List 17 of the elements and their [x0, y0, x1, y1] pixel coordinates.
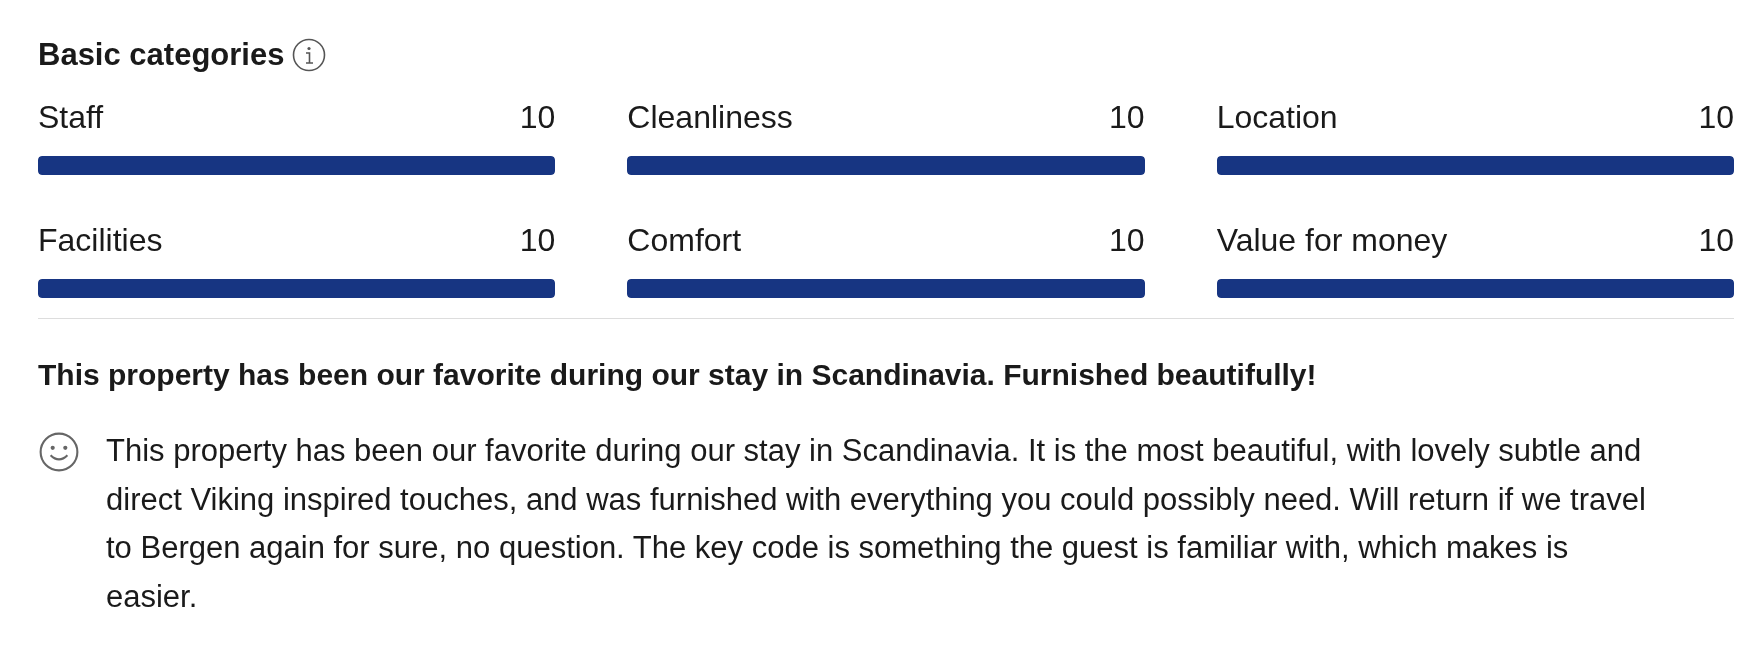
category-label: Comfort: [627, 221, 742, 259]
category-label: Facilities: [38, 221, 163, 259]
review-title: This property has been our favorite during our stay in Scandinavia. Furnished beautifully!: [38, 357, 1318, 393]
category-score: 10: [519, 98, 556, 136]
category-score: 10: [1109, 221, 1145, 259]
category-label: Location: [1216, 98, 1338, 136]
smiley-icon: [38, 431, 80, 473]
category-label: Value for money: [1216, 221, 1448, 259]
category-score: 10: [1698, 221, 1734, 259]
category-score: 10: [1698, 98, 1734, 136]
category-label: Staff: [38, 98, 104, 136]
category-score: 10: [519, 221, 556, 259]
info-icon[interactable]: [292, 38, 327, 72]
section-title: Basic categories: [38, 37, 285, 73]
category-score: 10: [1109, 98, 1145, 136]
category-label: Cleanliness: [627, 98, 793, 136]
review-text: This property has been our favorite during our stay in Scandinavia. It is the most beautiful, with lovely subtle and direct Viking inspired touches, and was furnished with everything you could possibly need. Will return if we travel to Bergen again for sure, no question. The key code is something the guest is familiar with, which makes is easier.: [106, 432, 1647, 616]
